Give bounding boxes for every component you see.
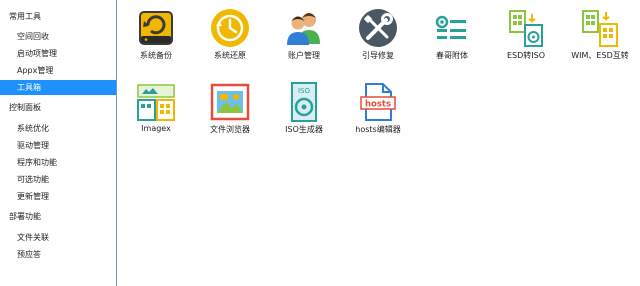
sidebar-item-file-association[interactable]: 文件关联: [0, 230, 116, 245]
hosts-editor-icon: hosts: [357, 82, 399, 122]
tool-iso-generator[interactable]: ISO ISO生成器: [267, 76, 341, 142]
tool-label: ISO生成器: [285, 125, 323, 134]
tool-label: 文件浏览器: [210, 125, 250, 134]
tool-label: 春哥附体: [436, 51, 468, 60]
tool-boot-repair[interactable]: 引导修复: [341, 2, 415, 68]
tool-label: 引导修复: [362, 51, 394, 60]
sidebar: 常用工具 空间回收 启动项管理 Appx管理 工具箱 控制面板 系统优化 驱动管…: [0, 0, 117, 286]
restore-clock-icon: [209, 8, 251, 48]
sidebar-item-pre-answer[interactable]: 预应答: [0, 247, 116, 262]
tool-label: 系统还原: [214, 51, 246, 60]
tool-wim-esd-convert[interactable]: WIM、ESD互转: [563, 2, 637, 68]
sidebar-item-startup-manager[interactable]: 启动项管理: [0, 46, 116, 61]
users-icon: [283, 8, 325, 48]
tool-file-explorer[interactable]: 文件浏览器: [193, 76, 267, 142]
sidebar-item-programs-features[interactable]: 程序和功能: [0, 155, 116, 170]
iso-generator-icon: ISO: [283, 82, 325, 122]
tool-label: WIM、ESD互转: [571, 51, 629, 60]
tool-system-restore[interactable]: 系统还原: [193, 2, 267, 68]
tool-label: ESD转ISO: [506, 51, 546, 60]
wim-esd-convert-icon: [579, 8, 621, 48]
sidebar-category-common-tools[interactable]: 常用工具: [9, 11, 41, 22]
esd-to-iso-icon: [505, 8, 547, 48]
tool-label: 账户管理: [288, 51, 320, 60]
sidebar-item-system-optimize[interactable]: 系统优化: [0, 121, 116, 136]
file-explorer-icon: [209, 82, 251, 122]
wrench-screwdriver-icon: [357, 8, 399, 48]
toggle-options-icon: [431, 8, 473, 48]
iso-icon-text: ISO: [298, 87, 311, 95]
hosts-icon-text: hosts: [365, 100, 391, 110]
sidebar-category-deployment[interactable]: 部署功能: [9, 211, 41, 222]
tool-label: Imagex: [141, 124, 171, 133]
tool-hosts-editor[interactable]: hosts hosts编辑器: [341, 76, 415, 142]
sidebar-item-toolbox[interactable]: 工具箱: [0, 80, 116, 95]
sidebar-category-control-panel[interactable]: 控制面板: [9, 102, 41, 113]
tool-esd-to-iso[interactable]: ESD转ISO: [489, 2, 563, 68]
sidebar-item-space-reclaim[interactable]: 空间回收: [0, 29, 116, 44]
tool-system-backup[interactable]: 系统备份: [119, 2, 193, 68]
tool-label: hosts编辑器: [355, 125, 401, 134]
tool-imagex[interactable]: Imagex: [119, 76, 193, 142]
tool-account-manager[interactable]: 账户管理: [267, 2, 341, 68]
sidebar-item-appx-manager[interactable]: Appx管理: [0, 63, 116, 78]
backup-icon: [135, 8, 177, 48]
tool-chunge-futi[interactable]: 春哥附体: [415, 2, 489, 68]
sidebar-item-optional-features[interactable]: 可选功能: [0, 172, 116, 187]
sidebar-item-update-manager[interactable]: 更新管理: [0, 189, 116, 204]
imagex-icon: [135, 82, 177, 122]
tool-label: 系统备份: [140, 51, 172, 60]
sidebar-item-driver-manager[interactable]: 驱动管理: [0, 138, 116, 153]
